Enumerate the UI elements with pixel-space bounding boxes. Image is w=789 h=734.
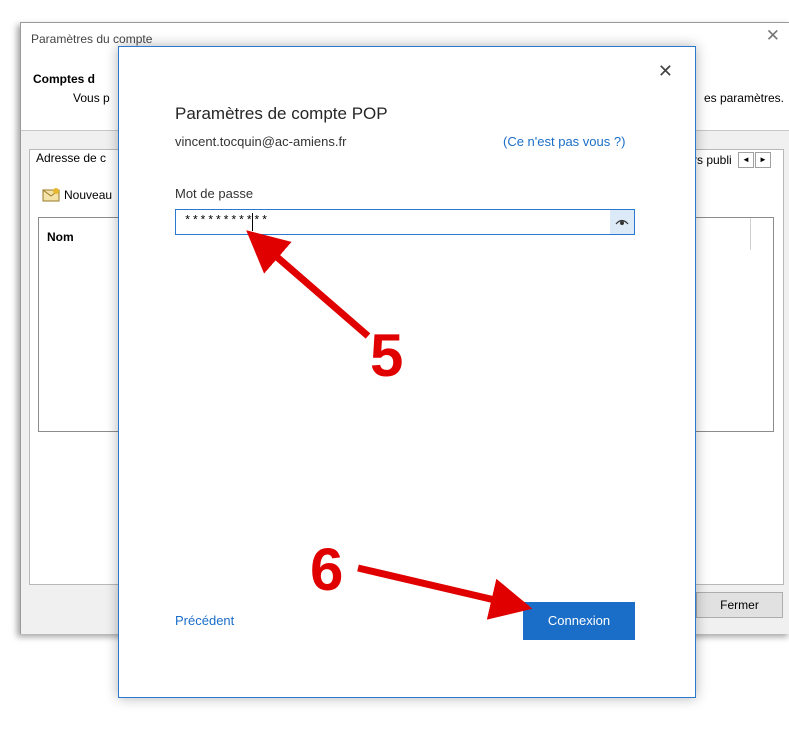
dialog-title: Paramètres de compte POP xyxy=(175,104,388,123)
password-value: *********** xyxy=(184,214,269,228)
annotation-step-5: 5 xyxy=(370,322,404,389)
background-subtitle-left: Vous p xyxy=(73,91,110,105)
tab-scroll-buttons: ◄ ► xyxy=(737,152,771,168)
connect-button[interactable]: Connexion xyxy=(523,602,635,640)
list-divider xyxy=(750,218,751,250)
tab-published-calendars[interactable]: rs publi xyxy=(693,153,732,167)
previous-link[interactable]: Précédent xyxy=(175,613,234,628)
close-button[interactable]: Fermer xyxy=(696,592,783,618)
pop-account-dialog: ✕ Paramètres de compte POP vincent.tocqu… xyxy=(118,46,696,698)
scroll-left-button[interactable]: ◄ xyxy=(738,152,754,168)
envelope-icon xyxy=(42,188,60,202)
background-heading: Comptes d xyxy=(33,72,96,86)
tab-email-addresses[interactable]: Adresse de c xyxy=(36,151,106,165)
show-password-eye-icon[interactable] xyxy=(610,210,634,234)
list-column-name: Nom xyxy=(47,230,74,244)
close-icon[interactable]: ✕ xyxy=(658,61,673,82)
password-label: Mot de passe xyxy=(175,186,254,201)
background-dialog-title: Paramètres du compte xyxy=(31,32,153,46)
text-caret xyxy=(252,213,253,231)
annotation-step-6: 6 xyxy=(310,536,344,603)
new-account-label: Nouveau xyxy=(64,188,113,202)
password-field[interactable]: *********** xyxy=(175,209,635,235)
account-email: vincent.tocquin@ac-amiens.fr xyxy=(175,134,347,149)
close-icon[interactable]: ✕ xyxy=(766,26,780,46)
new-account-button[interactable]: Nouveau xyxy=(42,188,112,202)
not-you-link[interactable]: (Ce n'est pas vous ?) xyxy=(503,134,625,149)
scroll-right-button[interactable]: ► xyxy=(755,152,771,168)
background-subtitle-right: es paramètres. xyxy=(703,91,784,105)
